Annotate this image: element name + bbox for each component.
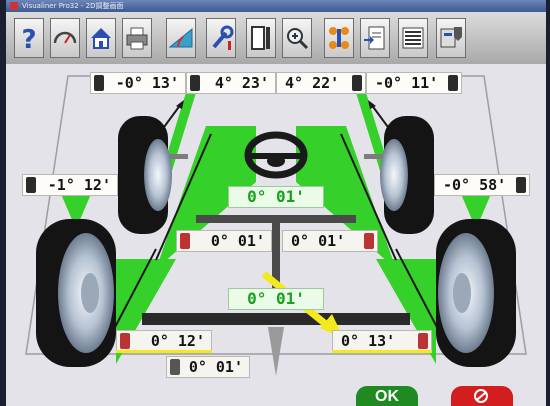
front-left-camber-reading: 4° 23' bbox=[186, 72, 276, 94]
sensor-head-icon bbox=[180, 233, 190, 249]
spec-sheet-icon bbox=[364, 26, 385, 50]
front-left-toe-reading: -1° 12' bbox=[22, 174, 118, 196]
print-button[interactable] bbox=[122, 18, 152, 58]
tools-icon bbox=[440, 27, 462, 48]
rear-right-toe-reading: 0° 13' bbox=[332, 330, 432, 352]
front-left-caster-reading: -0° 13' bbox=[90, 72, 186, 94]
vehicle-button[interactable] bbox=[246, 18, 276, 58]
alignment-screen: Visualiner Pro32 - 2D調整画面 ? -0° 13' 4° 2… bbox=[0, 0, 550, 406]
window-titlebar: Visualiner Pro32 - 2D調整画面 bbox=[6, 0, 546, 12]
svg-text:?: ? bbox=[21, 25, 36, 53]
protractor-icon bbox=[168, 27, 193, 48]
wheel-sensor-icon bbox=[516, 177, 526, 193]
front-left-wheel bbox=[118, 116, 172, 234]
alignment-view: -0° 13' 4° 23' 4° 22' -0° 11' -1° 12' -0… bbox=[6, 64, 546, 406]
sensor-head-icon bbox=[120, 333, 130, 349]
wheel-sensor-icon bbox=[190, 75, 200, 91]
printer-icon bbox=[126, 27, 148, 50]
wheel-sensor-icon bbox=[94, 75, 104, 91]
sensor-head-icon bbox=[170, 359, 180, 375]
angle-button[interactable] bbox=[166, 18, 196, 58]
front-right-camber-reading: 4° 22' bbox=[276, 72, 366, 94]
steering-center-reading: 0° 01' bbox=[228, 186, 324, 208]
wrench-icon bbox=[212, 25, 234, 50]
vehicle-frame-icon bbox=[251, 26, 270, 50]
rear-right-upper-reading: 0° 01' bbox=[282, 230, 378, 252]
wheel-sensor-icon bbox=[352, 75, 362, 91]
front-right-wheel bbox=[380, 116, 434, 234]
rear-left-wheel bbox=[36, 219, 116, 367]
adjust-button[interactable] bbox=[206, 18, 236, 58]
toolbar: ? bbox=[6, 12, 546, 64]
gauge-button[interactable] bbox=[50, 18, 80, 58]
thrust-angle-reading: 0° 01' bbox=[228, 288, 324, 310]
sensor-head-icon bbox=[364, 233, 374, 249]
steering-wheel-icon bbox=[244, 131, 308, 179]
tools-button[interactable] bbox=[436, 18, 466, 58]
front-right-toe-reading: -0° 58' bbox=[434, 174, 530, 196]
help-icon: ? bbox=[21, 25, 36, 53]
home-button[interactable] bbox=[86, 18, 116, 58]
gauge-icon bbox=[53, 31, 77, 44]
wheel-sensor-icon bbox=[448, 75, 458, 91]
highlight-underline-right bbox=[332, 350, 432, 353]
vehicle-diagram bbox=[25, 75, 527, 376]
zoom-button[interactable] bbox=[282, 18, 312, 58]
ok-button[interactable]: OK bbox=[356, 386, 418, 406]
report-icon bbox=[402, 27, 424, 49]
cancel-button[interactable] bbox=[451, 386, 513, 406]
rear-right-wheel bbox=[436, 219, 516, 367]
front-right-caster-reading: -0° 11' bbox=[366, 72, 462, 94]
bottom-reading: 0° 01' bbox=[166, 356, 250, 378]
help-button[interactable]: ? bbox=[14, 18, 44, 58]
window-title: Visualiner Pro32 - 2D調整画面 bbox=[22, 2, 124, 10]
targets-icon bbox=[329, 27, 349, 49]
targets-button[interactable] bbox=[324, 18, 354, 58]
app-icon bbox=[10, 2, 18, 10]
home-icon bbox=[91, 28, 111, 49]
highlight-underline-left bbox=[116, 350, 212, 353]
report-button[interactable] bbox=[398, 18, 428, 58]
sensor-head-icon bbox=[418, 333, 428, 349]
wheel-sensor-icon bbox=[26, 177, 36, 193]
rear-left-upper-reading: 0° 01' bbox=[176, 230, 272, 252]
specs-button[interactable] bbox=[360, 18, 390, 58]
zoom-icon bbox=[287, 28, 309, 50]
rear-left-toe-reading: 0° 12' bbox=[116, 330, 212, 352]
